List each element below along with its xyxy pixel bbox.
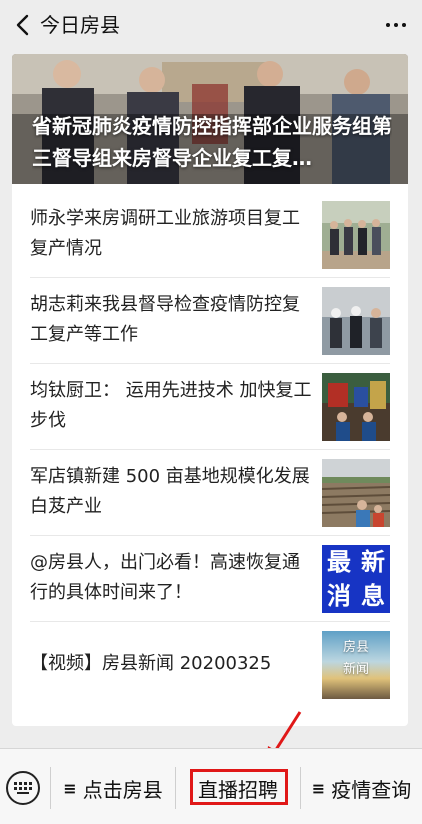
chevron-left-icon: [16, 14, 29, 36]
article-card: 省新冠肺炎疫情防控指挥部企业服务组第三督导组来房督导企业复工复… 师永学来房调研…: [12, 54, 408, 726]
menu-item-dianji-fangxian[interactable]: ≡ 点击房县: [51, 765, 175, 811]
list-item[interactable]: 军店镇新建 500 亩基地规模化发展白芨产业: [30, 449, 390, 536]
page-title: 今日房县: [40, 13, 120, 37]
article-thumbnail: 房县 新闻: [322, 631, 390, 699]
featured-article[interactable]: 省新冠肺炎疫情防控指挥部企业服务组第三督导组来房督导企业复工复…: [12, 54, 408, 184]
thumb-char: 最: [327, 547, 351, 576]
article-thumbnail: [322, 287, 390, 355]
annotation-highlight-box: [190, 769, 288, 805]
back-button[interactable]: [8, 10, 38, 40]
list-item[interactable]: 【视频】房县新闻 20200325 房县 新闻: [30, 621, 390, 707]
more-dots-icon[interactable]: [382, 12, 410, 38]
article-thumbnail: [322, 373, 390, 441]
article-title: 师永学来房调研工业旅游项目复工复产情况: [30, 208, 300, 259]
article-thumbnail: [322, 459, 390, 527]
featured-article-title: 省新冠肺炎疫情防控指挥部企业服务组第三督导组来房督导企业复工复…: [32, 114, 392, 170]
article-thumbnail: 最 新 消 息: [322, 545, 390, 613]
thumb-char: 息: [361, 581, 385, 610]
list-item[interactable]: 胡志莉来我县督导检查疫情防控复工复产等工作: [30, 277, 390, 364]
menu-item-label: 疫情查询: [331, 777, 412, 802]
keyboard-button[interactable]: [6, 771, 40, 805]
thumb-label: 房县: [342, 640, 369, 655]
article-title: 【视频】房县新闻 20200325: [30, 653, 272, 674]
thumb-label: 新闻: [342, 662, 369, 677]
submenu-icon: ≡: [311, 778, 326, 798]
menu-item-label: 点击房县: [82, 777, 163, 802]
article-title: 均钛厨卫： 运用先进技术 加快复工步伐: [30, 380, 312, 431]
list-item[interactable]: @房县人，出门必看！高速恢复通行的具体时间来了！ 最 新 消 息: [30, 535, 390, 622]
top-navigation-bar: 今日房县: [0, 0, 422, 50]
submenu-icon: ≡: [63, 778, 77, 798]
list-item[interactable]: 师永学来房调研工业旅游项目复工复产情况: [30, 191, 390, 278]
article-thumbnail: [322, 201, 390, 269]
thumb-char: 新: [361, 547, 385, 576]
article-title: 胡志莉来我县督导检查疫情防控复工复产等工作: [30, 294, 300, 345]
list-item[interactable]: 均钛厨卫： 运用先进技术 加快复工步伐: [30, 363, 390, 450]
keyboard-icon: [14, 782, 32, 794]
thumb-char: 消: [327, 581, 351, 610]
menu-item-yiqing-chaxun[interactable]: ≡ 疫情查询: [301, 765, 422, 811]
article-title: 军店镇新建 500 亩基地规模化发展白芨产业: [30, 466, 310, 517]
article-title: @房县人，出门必看！高速恢复通行的具体时间来了！: [30, 552, 300, 603]
